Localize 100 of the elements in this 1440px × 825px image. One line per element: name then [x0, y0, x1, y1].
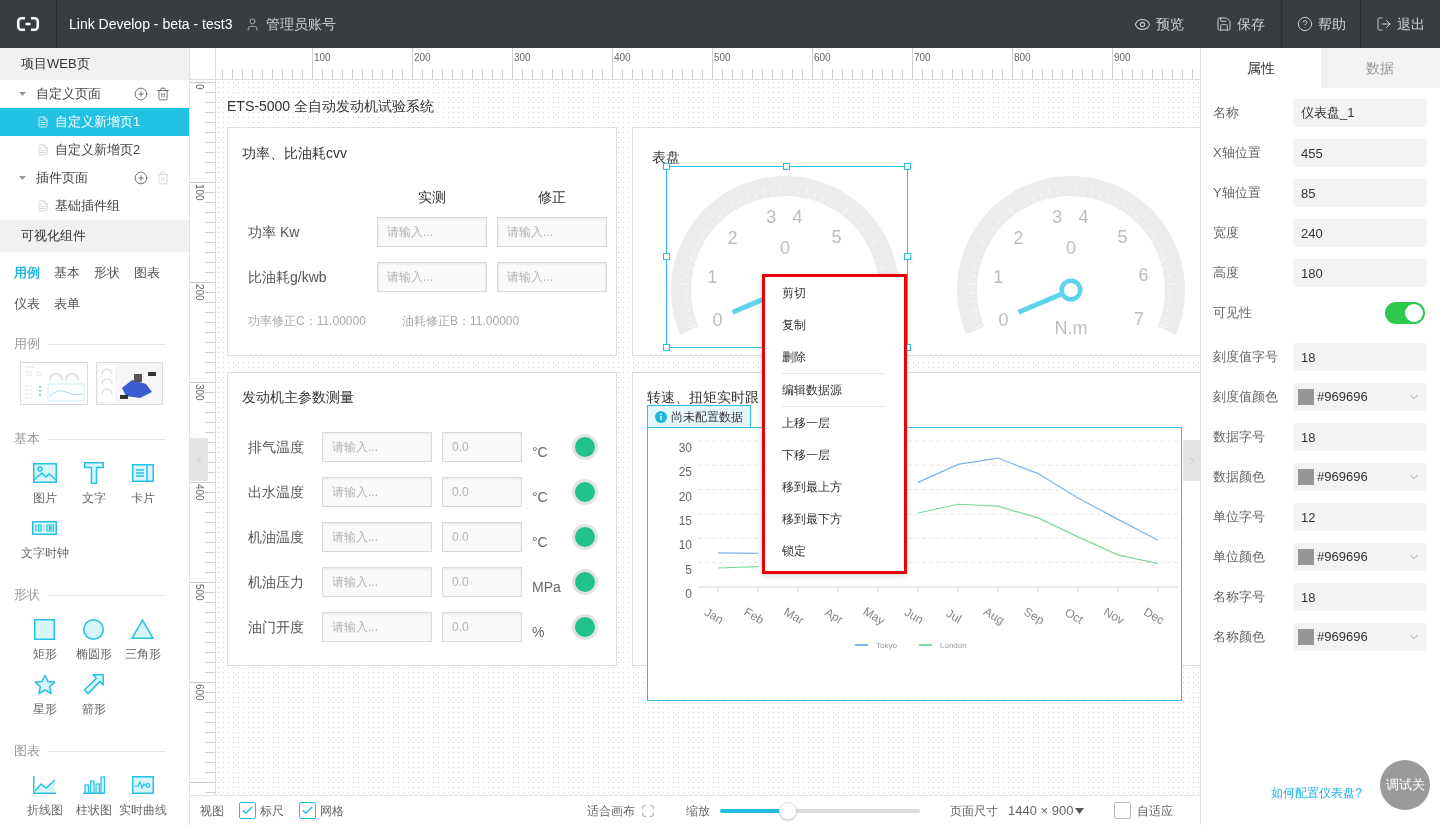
resize-handle[interactable]	[663, 344, 670, 351]
toolbar-button[interactable]: 预览	[1117, 0, 1200, 48]
text-input[interactable]: 请输入...	[322, 612, 432, 642]
property-label: 单位颜色	[1213, 548, 1266, 567]
gauge-value: 0	[1066, 238, 1076, 258]
toggle-switch[interactable]	[1385, 302, 1425, 324]
checkbox[interactable]	[239, 802, 256, 819]
check-icon	[301, 804, 314, 817]
text-input[interactable]: 请输入...	[497, 217, 607, 247]
add-icon[interactable]	[134, 171, 148, 185]
component-item[interactable]: 图片	[20, 461, 69, 506]
component-tab[interactable]: 基本	[54, 265, 80, 281]
zoom-slider-thumb[interactable]	[779, 801, 797, 820]
text-input[interactable]: 仪表盘_1	[1293, 99, 1427, 127]
resize-handle[interactable]	[904, 253, 911, 260]
text-input[interactable]: 请输入...	[322, 567, 432, 597]
menu-item[interactable]: 移到最上方	[765, 471, 904, 503]
field-label: 机油温度	[248, 527, 305, 547]
collapse-handle[interactable]	[1183, 440, 1200, 481]
tree-item[interactable]: 基础插件组	[0, 192, 189, 220]
y-axis-label: 30	[678, 441, 692, 455]
text-input[interactable]: 0.0	[442, 522, 522, 552]
component-tab[interactable]: 形状	[94, 265, 120, 281]
ruler-label: 0	[193, 84, 205, 90]
component-tab[interactable]: 图表	[134, 265, 160, 281]
component-item[interactable]: 折线图	[20, 773, 69, 818]
checkbox[interactable]	[1114, 802, 1132, 819]
resize-handle[interactable]	[904, 163, 911, 170]
component-item[interactable]: 实时曲线	[118, 773, 167, 818]
component-item[interactable]: 文字	[69, 461, 118, 506]
color-select[interactable]: #969696	[1293, 623, 1427, 651]
fit-canvas-button[interactable]: 适合画布	[587, 801, 655, 820]
dashboard-thumbnail-drawing[interactable]	[20, 362, 88, 405]
tree-folder[interactable]: 插件页面	[36, 168, 88, 188]
property-label: 刻度值颜色	[1213, 388, 1279, 407]
y-axis-label: 15	[678, 514, 692, 528]
text-input[interactable]: 0.0	[442, 567, 522, 597]
component-tab[interactable]: 表单	[54, 296, 80, 312]
color-select[interactable]: #969696	[1293, 383, 1427, 411]
caret-down-icon[interactable]	[19, 92, 26, 96]
component-item[interactable]: 卡片	[118, 461, 167, 506]
text-input[interactable]: 180	[1293, 259, 1427, 287]
component-item[interactable]: 三角形	[118, 617, 167, 662]
checkbox-label[interactable]: 网格	[320, 801, 344, 820]
component-item[interactable]: 柱状图	[69, 773, 118, 818]
color-select[interactable]: #969696	[1293, 463, 1427, 491]
text-input[interactable]: 18	[1293, 423, 1427, 451]
delete-icon[interactable]	[156, 87, 170, 101]
collapse-handle[interactable]	[190, 438, 208, 481]
property-label: 刻度值字号	[1213, 348, 1279, 367]
resize-handle[interactable]	[663, 163, 670, 170]
toolbar-button[interactable]: 保存	[1200, 0, 1281, 48]
y-axis-label: 20	[678, 489, 692, 504]
image-icon	[32, 463, 57, 483]
text-input[interactable]: 455	[1293, 139, 1427, 167]
checkbox-label[interactable]: 自适应	[1137, 801, 1174, 820]
menu-item[interactable]: 锁定	[765, 535, 904, 567]
add-icon[interactable]	[134, 87, 148, 101]
text-input[interactable]: 请输入...	[497, 262, 607, 292]
menu-item[interactable]: 上移一层	[765, 407, 904, 439]
card-icon	[131, 464, 154, 482]
tree-item[interactable]: 自定义新增页2	[0, 136, 189, 164]
tree-folder[interactable]: 自定义页面	[36, 84, 101, 104]
text-input[interactable]: 18	[1293, 343, 1427, 371]
menu-item[interactable]: 复制	[765, 309, 904, 341]
menu-item[interactable]: 移到最下方	[765, 503, 904, 535]
component-item[interactable]: 星形	[20, 672, 69, 717]
text-input[interactable]: 240	[1293, 219, 1427, 247]
component-item[interactable]: 文字时钟	[20, 516, 69, 561]
text-input[interactable]: 12	[1293, 503, 1427, 531]
component-item[interactable]: 箭形	[69, 672, 118, 717]
menu-item[interactable]: 删除	[765, 341, 904, 373]
menu-item[interactable]: 编辑数据源	[765, 374, 904, 406]
text-input[interactable]: 请输入...	[377, 217, 487, 247]
machine-thumbnail-drawing[interactable]	[96, 362, 163, 405]
text-input[interactable]: 85	[1293, 179, 1427, 207]
menu-item[interactable]: 剪切	[765, 277, 904, 309]
text-input[interactable]: 请输入...	[322, 432, 432, 462]
text-input[interactable]: 18	[1293, 583, 1427, 611]
text-input[interactable]: 请输入...	[322, 522, 432, 552]
text-input[interactable]: 0.0	[442, 432, 522, 462]
page-size-dropdown[interactable]: 1440 × 900	[1008, 800, 1085, 821]
color-select[interactable]: #969696	[1293, 543, 1427, 571]
square-icon	[34, 618, 55, 640]
resize-handle[interactable]	[663, 253, 670, 260]
checkbox-label[interactable]: 标尺	[260, 801, 284, 820]
resize-handle[interactable]	[783, 163, 790, 170]
gauge-scale-label: 7	[1134, 308, 1145, 329]
zoom-slider-track[interactable]	[720, 801, 920, 820]
checkbox[interactable]	[299, 802, 316, 819]
text-input[interactable]: 0.0	[442, 612, 522, 642]
component-tab[interactable]: 仪表	[14, 296, 40, 312]
text-input[interactable]: 请输入...	[377, 262, 487, 292]
text-input[interactable]: 0.0	[442, 477, 522, 507]
component-item[interactable]: 矩形	[20, 617, 69, 662]
caret-down-icon[interactable]	[19, 176, 26, 180]
text-input[interactable]: 请输入...	[322, 477, 432, 507]
menu-item[interactable]: 下移一层	[765, 439, 904, 471]
component-item[interactable]: 椭圆形	[69, 617, 118, 662]
x-axis-label: Mar	[781, 604, 807, 628]
